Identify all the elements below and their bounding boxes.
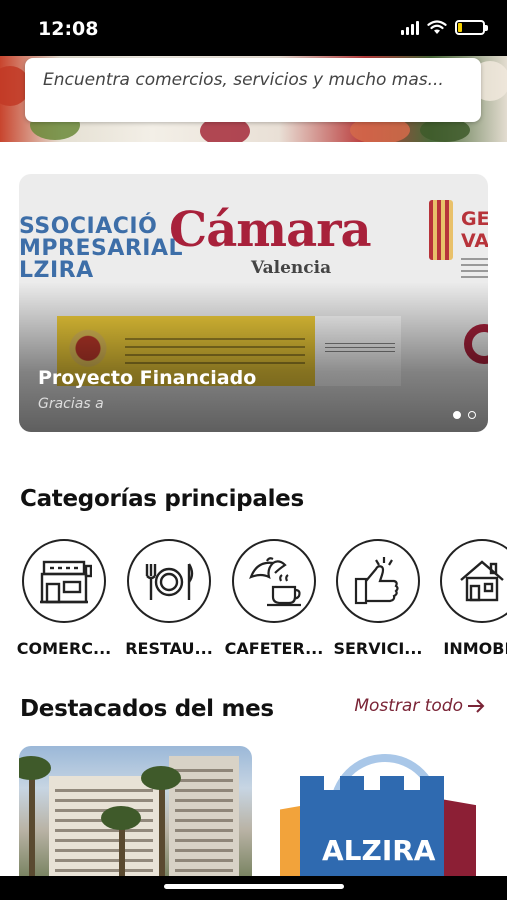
hero-image: Encuentra comercios, servicios y mucho m… [0,56,507,142]
storefront-icon [40,560,92,604]
system-icons [401,20,488,35]
status-bar: 12:08 [0,0,507,56]
category-label: COMERC... [16,639,112,658]
featured-title: Destacados del mes [20,696,274,722]
status-time: 12:08 [38,18,99,40]
wifi-icon [427,20,447,34]
category-comercios[interactable]: COMERC... [14,539,114,658]
coffee-croissant-icon [249,557,301,607]
search-input[interactable]: Encuentra comercios, servicios y mucho m… [25,58,481,122]
app-screen: Encuentra comercios, servicios y mucho m… [0,56,507,876]
carousel-dot[interactable] [453,411,461,419]
category-servicios[interactable]: SERVICI... [328,539,428,658]
banner-subtitle: Gracias a [38,396,104,412]
carousel-dot[interactable] [468,411,476,419]
battery-icon [455,20,488,35]
category-label: RESTAU... [125,639,213,658]
featured-card-text: ALZIRA [322,834,436,867]
categories-title: Categorías principales [20,486,304,512]
show-all-label: Mostrar todo [354,696,463,716]
banner-title: Proyecto Financiado [38,367,257,389]
featured-card[interactable]: ALZIRA [270,746,507,876]
home-indicator[interactable] [164,884,344,889]
house-icon [460,560,504,602]
category-label: CAFETER... [224,639,324,658]
category-inmobiliarias[interactable]: INMOBIL [432,539,507,658]
arrow-right-icon [468,699,485,713]
categories-list: COMERC... RESTAU... CAFETER... SERVICI..… [0,539,507,669]
carousel-dots[interactable] [453,411,476,419]
show-all-link[interactable]: Mostrar todo [354,696,485,716]
category-cafeterias[interactable]: CAFETER... [224,539,324,658]
featured-card[interactable] [19,746,252,876]
signal-icon [401,20,419,35]
camara-logo: Cámara [169,202,372,258]
category-label: INMOBIL [443,639,507,658]
category-label: SERVICI... [333,639,423,658]
thumbs-up-icon [354,557,399,605]
plate-cutlery-icon [145,563,194,600]
associacio-logo: SSOCIACIÓ MPRESARIAL LZIRA [19,214,184,283]
category-restaurantes[interactable]: RESTAU... [119,539,219,658]
camara-logo-sub: Valencia [251,258,332,278]
promo-banner[interactable]: SSOCIACIÓ MPRESARIAL LZIRA Cámara Valencia… [19,174,488,432]
